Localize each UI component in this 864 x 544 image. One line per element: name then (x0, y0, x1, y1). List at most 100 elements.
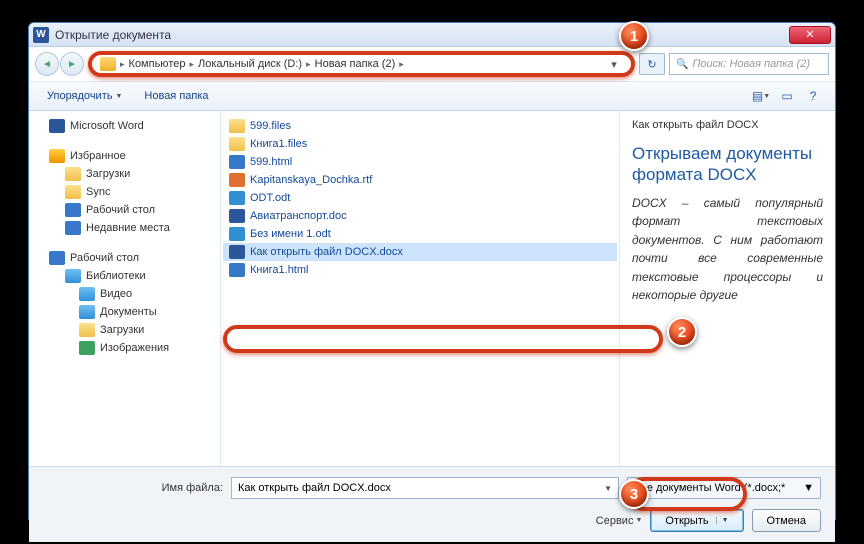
file-list[interactable]: 2 599.filesКнига1.files599.htmlKapitansk… (221, 111, 619, 466)
preview-heading: Открываем документы формата DOCX (632, 143, 823, 186)
open-button[interactable]: Открыть▼ (650, 509, 743, 532)
view-button[interactable]: ▤▼ (749, 86, 773, 106)
documents-icon (79, 305, 95, 319)
dialog-body: Microsoft Word Избранное Загрузки Sync Р… (29, 111, 835, 466)
navigation-sidebar: Microsoft Word Избранное Загрузки Sync Р… (29, 111, 221, 466)
file-item[interactable]: Авиатранспорт.doc (223, 207, 617, 225)
desktop-icon (49, 251, 65, 265)
file-item[interactable]: Книга1.html (223, 261, 617, 279)
file-name: Авиатранспорт.doc (250, 210, 347, 222)
file-item[interactable]: Книга1.files (223, 135, 617, 153)
file-name: Как открыть файл DOCX.docx (250, 246, 403, 258)
file-name: ODT.odt (250, 192, 290, 204)
sidebar-item-desktop2[interactable]: Рабочий стол (33, 249, 216, 267)
new-folder-button[interactable]: Новая папка (136, 87, 216, 105)
tools-button[interactable]: Сервис▼ (596, 515, 643, 527)
file-name: 599.html (250, 156, 292, 168)
chevron-right-icon: ▸ (189, 59, 194, 70)
navigation-bar: ◄ ► ▸ Компьютер ▸ Локальный диск (D:) ▸ … (29, 47, 835, 81)
chevron-down-icon[interactable]: ▼ (604, 484, 612, 493)
folder-icon (65, 167, 81, 181)
dialog-footer: Имя файла: Как открыть файл DOCX.docx▼ В… (29, 466, 835, 542)
file-icon (229, 209, 245, 223)
word-icon (49, 119, 65, 133)
chevron-right-icon: ▸ (120, 59, 125, 70)
sidebar-item-recent[interactable]: Недавние места (33, 219, 216, 237)
callout-2: 2 (667, 317, 697, 347)
word-icon: W (33, 27, 49, 43)
toolbar: Упорядочить▼ Новая папка ▤▼ ▭ ? (29, 81, 835, 111)
file-icon (229, 119, 245, 133)
back-button[interactable]: ◄ (35, 52, 59, 76)
chevron-right-icon: ▸ (399, 59, 404, 70)
file-icon (229, 227, 245, 241)
help-button[interactable]: ? (801, 86, 825, 106)
refresh-button[interactable]: ↻ (639, 53, 665, 75)
sidebar-item-downloads2[interactable]: Загрузки (33, 321, 216, 339)
sidebar-item-documents[interactable]: Документы (33, 303, 216, 321)
file-icon (229, 245, 245, 259)
sidebar-item-word[interactable]: Microsoft Word (33, 117, 216, 135)
preview-body: DOCX – самый популярный формат текстовых… (632, 194, 823, 306)
organize-button[interactable]: Упорядочить▼ (39, 87, 130, 105)
file-icon (229, 191, 245, 205)
titlebar: W Открытие документа ✕ (29, 23, 835, 47)
file-icon (229, 155, 245, 169)
breadcrumb-item[interactable]: Новая папка (2) (315, 58, 396, 70)
file-name: Книга1.files (250, 138, 307, 150)
cancel-button[interactable]: Отмена (752, 509, 821, 532)
sidebar-item-sync[interactable]: Sync (33, 183, 216, 201)
window-title: Открытие документа (55, 28, 171, 42)
file-item[interactable]: 599.files (223, 117, 617, 135)
file-name: Kapitanskaya_Dochka.rtf (250, 174, 372, 186)
file-name: 599.files (250, 120, 291, 132)
sidebar-item-downloads[interactable]: Загрузки (33, 165, 216, 183)
recent-icon (65, 221, 81, 235)
search-input[interactable]: Поиск: Новая папка (2) (669, 53, 829, 75)
file-icon (229, 137, 245, 151)
chevron-right-icon: ▸ (306, 59, 311, 70)
forward-button[interactable]: ► (60, 52, 84, 76)
chevron-down-icon[interactable]: ▼ (716, 517, 729, 524)
chevron-down-icon[interactable]: ▼ (803, 482, 814, 494)
filename-label: Имя файла: (43, 482, 223, 494)
desktop-icon (65, 203, 81, 217)
folder-icon (100, 57, 116, 71)
filename-input[interactable]: Как открыть файл DOCX.docx▼ (231, 477, 619, 499)
breadcrumb-item[interactable]: Компьютер (129, 58, 186, 70)
sidebar-item-desktop[interactable]: Рабочий стол (33, 201, 216, 219)
libraries-icon (65, 269, 81, 283)
callout-1: 1 (619, 21, 649, 51)
file-item[interactable]: ODT.odt (223, 189, 617, 207)
close-button[interactable]: ✕ (789, 26, 831, 44)
file-item[interactable]: Без имени 1.odt (223, 225, 617, 243)
folder-icon (79, 323, 95, 337)
sidebar-item-video[interactable]: Видео (33, 285, 216, 303)
file-icon (229, 173, 245, 187)
filetype-select[interactable]: Все документы Word (*.docx;*▼ (627, 477, 821, 499)
video-icon (79, 287, 95, 301)
breadcrumb[interactable]: ▸ Компьютер ▸ Локальный диск (D:) ▸ Нова… (88, 51, 635, 77)
images-icon (79, 341, 95, 355)
file-item[interactable]: 599.html (223, 153, 617, 171)
star-icon (49, 149, 65, 163)
preview-pane: Как открыть файл DOCX Открываем документ… (619, 111, 835, 466)
selection-highlight (223, 325, 663, 353)
file-item[interactable]: Как открыть файл DOCX.docx (223, 243, 617, 261)
file-item[interactable]: Kapitanskaya_Dochka.rtf (223, 171, 617, 189)
chevron-down-icon: ▼ (115, 93, 122, 100)
sidebar-item-images[interactable]: Изображения (33, 339, 216, 357)
sidebar-item-favorites[interactable]: Избранное (33, 147, 216, 165)
chevron-down-icon: ▼ (635, 517, 642, 524)
breadcrumb-item[interactable]: Локальный диск (D:) (198, 58, 302, 70)
file-icon (229, 263, 245, 277)
callout-3: 3 (619, 479, 649, 509)
preview-pane-button[interactable]: ▭ (775, 86, 799, 106)
folder-icon (65, 185, 81, 199)
open-file-dialog: W Открытие документа ✕ ◄ ► ▸ Компьютер ▸… (28, 22, 836, 520)
preview-filename: Как открыть файл DOCX (632, 119, 823, 131)
file-name: Без имени 1.odt (250, 228, 331, 240)
sidebar-item-libraries[interactable]: Библиотеки (33, 267, 216, 285)
file-name: Книга1.html (250, 264, 308, 276)
breadcrumb-dropdown[interactable]: ▾ (605, 58, 623, 71)
